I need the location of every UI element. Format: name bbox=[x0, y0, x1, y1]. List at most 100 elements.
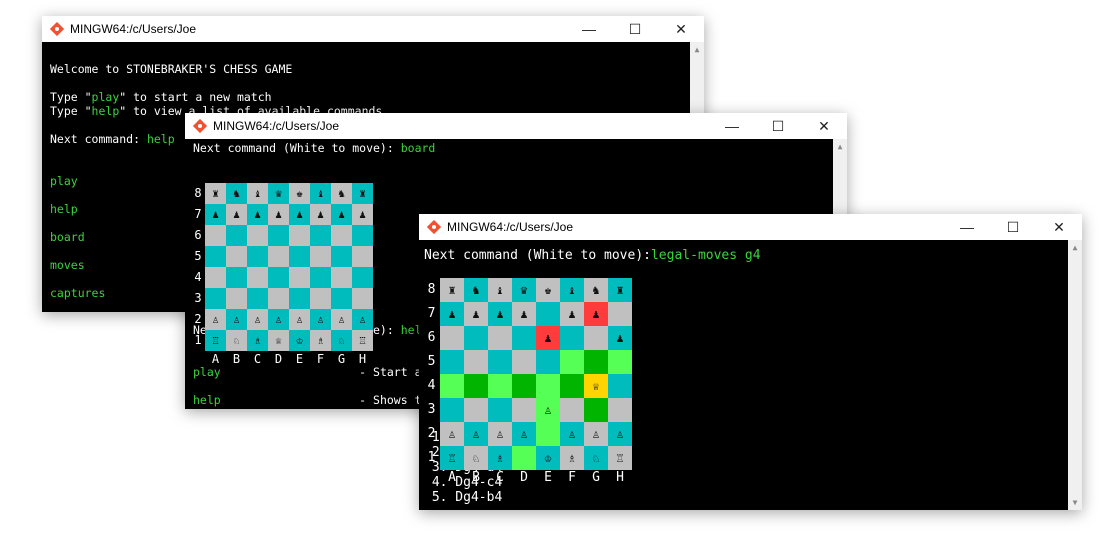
board-square: ♟ bbox=[536, 326, 560, 350]
chess-piece-icon: ♟ bbox=[448, 307, 456, 321]
board-square bbox=[512, 446, 536, 470]
chess-piece-icon: ♟ bbox=[275, 208, 282, 221]
chess-piece-icon: ♟ bbox=[317, 208, 324, 221]
command-text: play bbox=[50, 174, 78, 188]
chess-piece-icon: ♟ bbox=[233, 208, 240, 221]
board-square: ♙ bbox=[584, 422, 608, 446]
maximize-button[interactable]: ☐ bbox=[755, 113, 801, 139]
board-square bbox=[440, 374, 464, 398]
terminal-window-3[interactable]: MINGW64:/c/Users/Joe — ☐ ✕ Next command … bbox=[419, 214, 1082, 510]
terminal-line: captures bbox=[50, 286, 105, 300]
board-square bbox=[584, 398, 608, 422]
rank-label: 3 bbox=[427, 402, 436, 417]
file-label: C bbox=[496, 470, 504, 485]
chess-piece-icon: ♙ bbox=[338, 313, 345, 326]
board-square: ♟ bbox=[608, 326, 632, 350]
board-square: ♙ bbox=[512, 422, 536, 446]
close-button[interactable]: ✕ bbox=[658, 16, 704, 42]
board-square bbox=[488, 326, 512, 350]
board-square: ♖ bbox=[440, 446, 464, 470]
board-square: ♙ bbox=[226, 309, 247, 330]
maximize-button[interactable]: ☐ bbox=[612, 16, 658, 42]
board-square bbox=[310, 288, 331, 309]
board-square bbox=[560, 374, 584, 398]
board-square bbox=[464, 350, 488, 374]
board-square: ♖ bbox=[352, 330, 373, 351]
chess-piece-icon: ♞ bbox=[472, 283, 480, 297]
minimize-button[interactable]: — bbox=[944, 214, 990, 240]
board-square: ♙ bbox=[536, 398, 560, 422]
rank-label: 1 bbox=[194, 333, 202, 347]
chess-piece-icon: ♟ bbox=[616, 331, 624, 345]
board-square: ♟ bbox=[488, 302, 512, 326]
scroll-up-icon[interactable]: ▲ bbox=[833, 142, 847, 151]
chess-piece-icon: ♚ bbox=[296, 187, 303, 200]
minimize-button[interactable]: — bbox=[709, 113, 755, 139]
board-square: ♟ bbox=[440, 302, 464, 326]
chess-piece-icon: ♔ bbox=[544, 451, 552, 465]
board-square bbox=[331, 225, 352, 246]
title-bar[interactable]: MINGW64:/c/Users/Joe — ☐ ✕ bbox=[185, 113, 847, 139]
board-square: ♕ bbox=[584, 374, 608, 398]
title-bar[interactable]: MINGW64:/c/Users/Joe — ☐ ✕ bbox=[419, 214, 1082, 240]
file-label: E bbox=[295, 352, 304, 366]
board-square bbox=[536, 422, 560, 446]
board-square bbox=[352, 288, 373, 309]
rank-label: 7 bbox=[427, 306, 436, 321]
chess-piece-icon: ♝ bbox=[254, 187, 261, 200]
board-square: ♟ bbox=[247, 204, 268, 225]
command-text: help bbox=[193, 393, 221, 407]
close-button[interactable]: ✕ bbox=[1036, 214, 1082, 240]
chess-piece-icon: ♟ bbox=[338, 208, 345, 221]
close-button[interactable]: ✕ bbox=[801, 113, 847, 139]
git-icon bbox=[50, 22, 64, 36]
chess-piece-icon: ♝ bbox=[317, 187, 324, 200]
board-square: ♟ bbox=[331, 204, 352, 225]
chess-piece-icon: ♘ bbox=[472, 451, 480, 465]
board-square bbox=[205, 288, 226, 309]
chess-piece-icon: ♜ bbox=[448, 283, 456, 297]
file-label: F bbox=[568, 470, 576, 485]
board-square bbox=[440, 326, 464, 350]
scrollbar[interactable]: ▲ ▼ bbox=[1068, 240, 1082, 510]
chess-piece-icon: ♙ bbox=[544, 403, 552, 417]
chess-piece-icon: ♙ bbox=[616, 427, 624, 441]
board-square: ♙ bbox=[205, 309, 226, 330]
board-square bbox=[512, 374, 536, 398]
command-text: play bbox=[193, 365, 221, 379]
board-square: ♟ bbox=[289, 204, 310, 225]
board-square: ♘ bbox=[331, 330, 352, 351]
rank-label: 7 bbox=[194, 207, 202, 221]
rank-label: 6 bbox=[427, 330, 436, 345]
minimize-button[interactable]: — bbox=[566, 16, 612, 42]
terminal-output[interactable]: Next command (White to move):legal-moves… bbox=[419, 240, 1068, 510]
board-square: ♙ bbox=[440, 422, 464, 446]
chess-piece-icon: ♗ bbox=[568, 451, 576, 465]
chess-piece-icon: ♙ bbox=[296, 313, 303, 326]
terminal-line: Next command (White to move): board bbox=[193, 141, 435, 155]
board-square bbox=[488, 350, 512, 374]
scroll-up-icon[interactable]: ▲ bbox=[690, 45, 704, 54]
board-square bbox=[488, 374, 512, 398]
board-square bbox=[608, 398, 632, 422]
board-square bbox=[268, 246, 289, 267]
rank-label: 4 bbox=[194, 270, 202, 284]
maximize-button[interactable]: ☐ bbox=[990, 214, 1036, 240]
chess-piece-icon: ♟ bbox=[544, 331, 552, 345]
board-square bbox=[268, 225, 289, 246]
scroll-up-icon[interactable]: ▲ bbox=[1068, 243, 1082, 252]
title-bar[interactable]: MINGW64:/c/Users/Joe — ☐ ✕ bbox=[42, 16, 704, 42]
board-square bbox=[289, 288, 310, 309]
board-square bbox=[352, 267, 373, 288]
board-square: ♙ bbox=[289, 309, 310, 330]
board-square: ♝ bbox=[247, 183, 268, 204]
command-text: help bbox=[146, 132, 175, 146]
scroll-down-icon[interactable]: ▼ bbox=[1068, 498, 1082, 507]
window-title: MINGW64:/c/Users/Joe bbox=[70, 22, 197, 36]
chess-piece-icon: ♗ bbox=[254, 334, 261, 347]
file-label: C bbox=[253, 352, 262, 366]
board-square: ♗ bbox=[247, 330, 268, 351]
board-square: ♞ bbox=[226, 183, 247, 204]
board-square bbox=[536, 374, 560, 398]
board-square bbox=[205, 246, 226, 267]
